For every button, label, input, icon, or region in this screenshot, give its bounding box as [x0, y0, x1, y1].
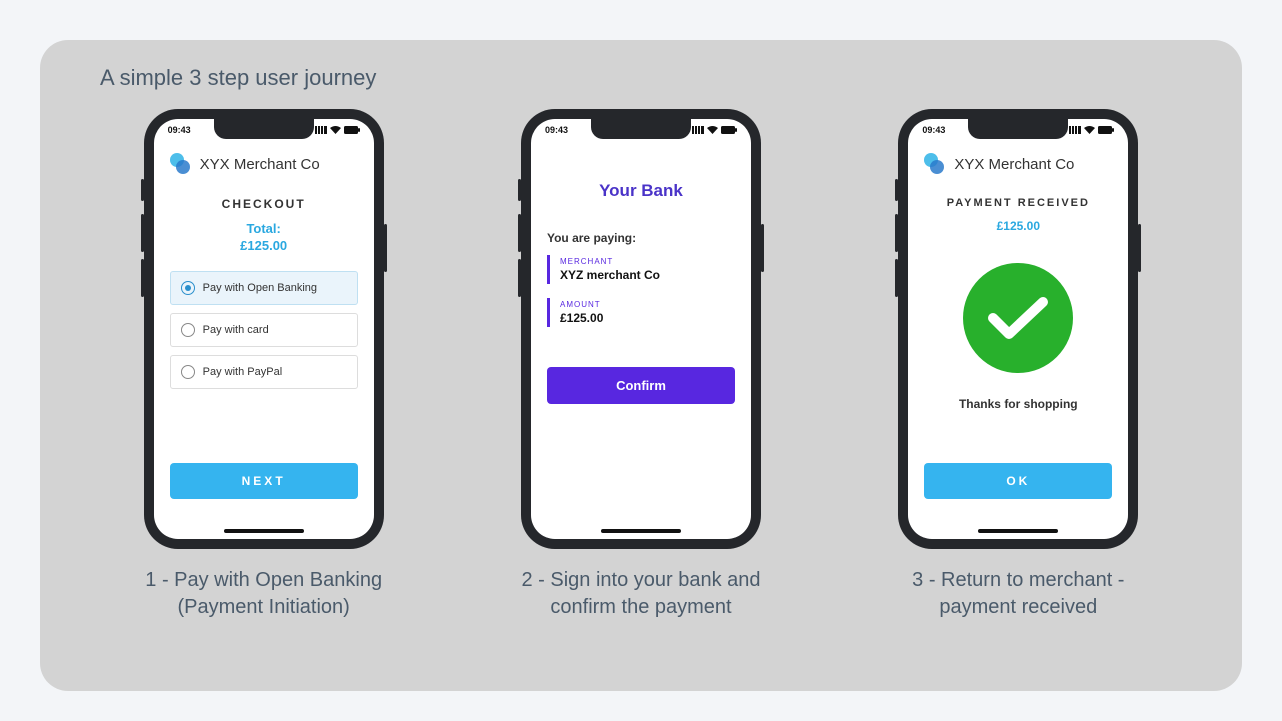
amount-label: AMOUNT: [560, 300, 735, 309]
bank-heading: Your Bank: [547, 181, 735, 201]
checkout-heading: CHECKOUT: [170, 197, 358, 211]
battery-icon: [1098, 126, 1114, 134]
caption-line: payment received: [939, 596, 1097, 618]
screen-content: Your Bank You are paying: MERCHANT XYZ m…: [531, 135, 751, 539]
pay-option-open-banking[interactable]: Pay with Open Banking: [170, 271, 358, 305]
radio-icon: [181, 365, 195, 379]
pay-option-card[interactable]: Pay with card: [170, 313, 358, 347]
caption-line: confirm the payment: [550, 596, 731, 618]
home-indicator: [978, 529, 1058, 533]
battery-icon: [344, 126, 360, 134]
step-1: 09:43 XYX Merchant Co CHECKOUT Total: £1…: [90, 109, 437, 621]
merchant-brand: XYX Merchant Co: [170, 153, 358, 175]
merchant-brand: XYX Merchant Co: [924, 153, 1112, 175]
caption-line: 3 - Return to merchant -: [912, 569, 1124, 591]
step-3: 09:43 XYX Merchant Co PAYMENT RECEIVED £…: [845, 109, 1192, 621]
screen-content: XYX Merchant Co CHECKOUT Total: £125.00 …: [154, 135, 374, 539]
phone-side-button: [895, 259, 898, 297]
amount-value: £125.00: [560, 311, 735, 325]
merchant-info: MERCHANT XYZ merchant Co: [547, 255, 735, 284]
option-label: Pay with card: [203, 324, 269, 336]
diagram-canvas: A simple 3 step user journey 09:43 X: [0, 0, 1282, 721]
phone-screen: 09:43 Your Bank You are paying: MERCHANT…: [531, 119, 751, 539]
merchant-value: XYZ merchant Co: [560, 268, 735, 282]
caption-line: 2 - Sign into your bank and: [521, 569, 760, 591]
step-caption: 1 - Pay with Open Banking (Payment Initi…: [145, 567, 382, 621]
received-heading: PAYMENT RECEIVED: [924, 197, 1112, 209]
phone-notch: [591, 119, 691, 139]
battery-icon: [721, 126, 737, 134]
check-circle-icon: [963, 263, 1073, 373]
spacer: [547, 341, 735, 367]
success-check: [924, 263, 1112, 373]
checkout-total: Total: £125.00: [170, 221, 358, 255]
phone-side-button: [1138, 224, 1141, 272]
spacer: [170, 397, 358, 463]
wifi-icon: [330, 126, 341, 134]
spacer: [924, 411, 1112, 463]
phone-side-button: [141, 179, 144, 201]
status-time: 09:43: [922, 125, 945, 135]
caption-line: (Payment Initiation): [178, 596, 350, 618]
thanks-text: Thanks for shopping: [924, 397, 1112, 411]
amount-info: AMOUNT £125.00: [547, 298, 735, 327]
merchant-logo-icon: [924, 153, 946, 175]
phone-notch: [968, 119, 1068, 139]
phone-side-button: [518, 259, 521, 297]
phone-mockup: 09:43 XYX Merchant Co CHECKOUT Total: £1…: [144, 109, 384, 549]
phone-side-button: [141, 214, 144, 252]
step-2: 09:43 Your Bank You are paying: MERCHANT…: [467, 109, 814, 621]
step-caption: 2 - Sign into your bank and confirm the …: [521, 567, 760, 621]
phone-screen: 09:43 XYX Merchant Co CHECKOUT Total: £1…: [154, 119, 374, 539]
signal-icon: [1069, 126, 1081, 134]
status-time: 09:43: [168, 125, 191, 135]
option-label: Pay with Open Banking: [203, 282, 317, 294]
phone-side-button: [518, 179, 521, 201]
status-indicators: [1069, 126, 1114, 134]
phone-side-button: [384, 224, 387, 272]
steps-row: 09:43 XYX Merchant Co CHECKOUT Total: £1…: [90, 109, 1192, 621]
total-label: Total:: [246, 221, 280, 236]
phone-side-button: [761, 224, 764, 272]
status-indicators: [315, 126, 360, 134]
phone-side-button: [895, 214, 898, 252]
diagram-title: A simple 3 step user journey: [100, 65, 1192, 91]
phone-side-button: [141, 259, 144, 297]
next-button[interactable]: NEXT: [170, 463, 358, 499]
home-indicator: [224, 529, 304, 533]
phone-mockup: 09:43 Your Bank You are paying: MERCHANT…: [521, 109, 761, 549]
received-amount: £125.00: [924, 219, 1112, 233]
radio-icon: [181, 281, 195, 295]
step-caption: 3 - Return to merchant - payment receive…: [912, 567, 1124, 621]
phone-mockup: 09:43 XYX Merchant Co PAYMENT RECEIVED £…: [898, 109, 1138, 549]
home-indicator: [601, 529, 681, 533]
phone-screen: 09:43 XYX Merchant Co PAYMENT RECEIVED £…: [908, 119, 1128, 539]
status-time: 09:43: [545, 125, 568, 135]
confirm-button[interactable]: Confirm: [547, 367, 735, 404]
wifi-icon: [707, 126, 718, 134]
spacer: [547, 404, 735, 499]
signal-icon: [315, 126, 327, 134]
merchant-name: XYX Merchant Co: [200, 156, 320, 173]
phone-side-button: [518, 214, 521, 252]
status-indicators: [692, 126, 737, 134]
option-label: Pay with PayPal: [203, 366, 282, 378]
radio-icon: [181, 323, 195, 337]
caption-line: 1 - Pay with Open Banking: [145, 569, 382, 591]
wifi-icon: [1084, 126, 1095, 134]
screen-content: XYX Merchant Co PAYMENT RECEIVED £125.00…: [908, 135, 1128, 539]
signal-icon: [692, 126, 704, 134]
total-value: £125.00: [240, 238, 287, 253]
merchant-name: XYX Merchant Co: [954, 156, 1074, 173]
merchant-logo-icon: [170, 153, 192, 175]
paying-label: You are paying:: [547, 231, 735, 245]
pay-option-paypal[interactable]: Pay with PayPal: [170, 355, 358, 389]
merchant-label: MERCHANT: [560, 257, 735, 266]
phone-notch: [214, 119, 314, 139]
phone-side-button: [895, 179, 898, 201]
diagram-panel: A simple 3 step user journey 09:43 X: [40, 40, 1242, 691]
ok-button[interactable]: OK: [924, 463, 1112, 499]
